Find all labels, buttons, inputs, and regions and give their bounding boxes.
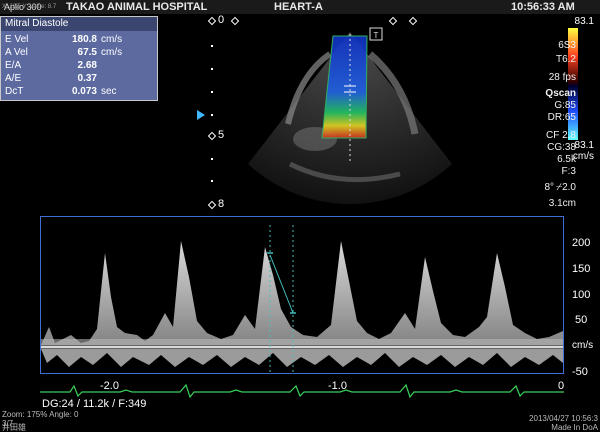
depth-label-5: 5 [218, 129, 225, 141]
patient-name: 井田雄 [2, 423, 26, 432]
gain-label: G:85 [554, 100, 576, 111]
velocity-tick: 200 [572, 237, 591, 249]
hospital-name: TAKAO ANIMAL HOSPITAL [66, 1, 208, 13]
title-bar: Aplio 300 TAKAO ANIMAL HOSPITAL HEART-A … [0, 0, 600, 14]
focus-marker-icon[interactable] [197, 110, 205, 120]
made-in-label: Made In DoA [551, 423, 598, 432]
doppler-info: DG:24 / 11.2k / F:349 [42, 398, 147, 410]
sample-volume-label: ⌿2.0 [556, 182, 576, 193]
color-scale-max: 83.1 [574, 16, 594, 27]
angle-label: 8° [544, 182, 554, 193]
color-scale-min: 83.1 cm/s [572, 140, 594, 162]
measurement-row: A/E 0.37 [5, 73, 97, 84]
measurement-title: Mitral Diastole [1, 17, 157, 31]
ecg-trace [40, 383, 564, 398]
depth-label-0: 0 [218, 14, 225, 26]
depth-marker [207, 200, 217, 210]
sample-depth-label: 3.1cm [548, 198, 576, 209]
exam-date: 2013/04/27 10:56:3 [529, 414, 598, 423]
doppler-spectrum[interactable] [40, 216, 564, 374]
measurement-panel[interactable]: Mitral Diastole E Vel 180.8 cm/s A Vel 6… [0, 16, 158, 101]
velocity-tick: 100 [572, 289, 591, 301]
measurement-row: E Vel 180.8 cm/s [5, 34, 123, 45]
filter-label: F:3 [561, 166, 576, 177]
velocity-unit: cm/s [572, 340, 594, 351]
color-frequency: CF 2.8 [545, 130, 576, 141]
depth-label-8: 8 [218, 198, 225, 210]
color-flow-box [322, 36, 367, 138]
zoom-info: Zoom: 175% Angle: 0 [2, 410, 79, 419]
depth-marker [207, 16, 217, 26]
prf-label: 6.5k [557, 154, 576, 165]
measurement-row: DcT 0.073 sec [5, 86, 117, 97]
clock: 10:56:33 AM [511, 1, 575, 13]
velocity-tick: -50 [572, 366, 588, 378]
svg-text:T: T [374, 31, 379, 40]
cursor-readout: X: 22.5 Y: Value: 8.7 [2, 4, 57, 10]
measurement-row: A Vel 67.5 cm/s [5, 47, 123, 58]
velocity-tick: 150 [572, 263, 591, 275]
sector-image[interactable]: T [230, 14, 490, 214]
depth-marker [207, 131, 217, 141]
mode-label: Qscan [545, 88, 576, 99]
frame-rate: 28 fps [548, 72, 576, 83]
color-gain: CG:38 [547, 142, 576, 153]
measurement-row: E/A 2.68 [5, 60, 97, 71]
velocity-tick: 50 [575, 314, 588, 326]
dynamic-range-label: DR:65 [547, 112, 576, 123]
spectrum-trace [41, 225, 563, 373]
exam-name: HEART-A [274, 1, 323, 13]
frequency-label: T6.2 [555, 54, 576, 65]
probe-label: 6S3 [558, 40, 576, 51]
